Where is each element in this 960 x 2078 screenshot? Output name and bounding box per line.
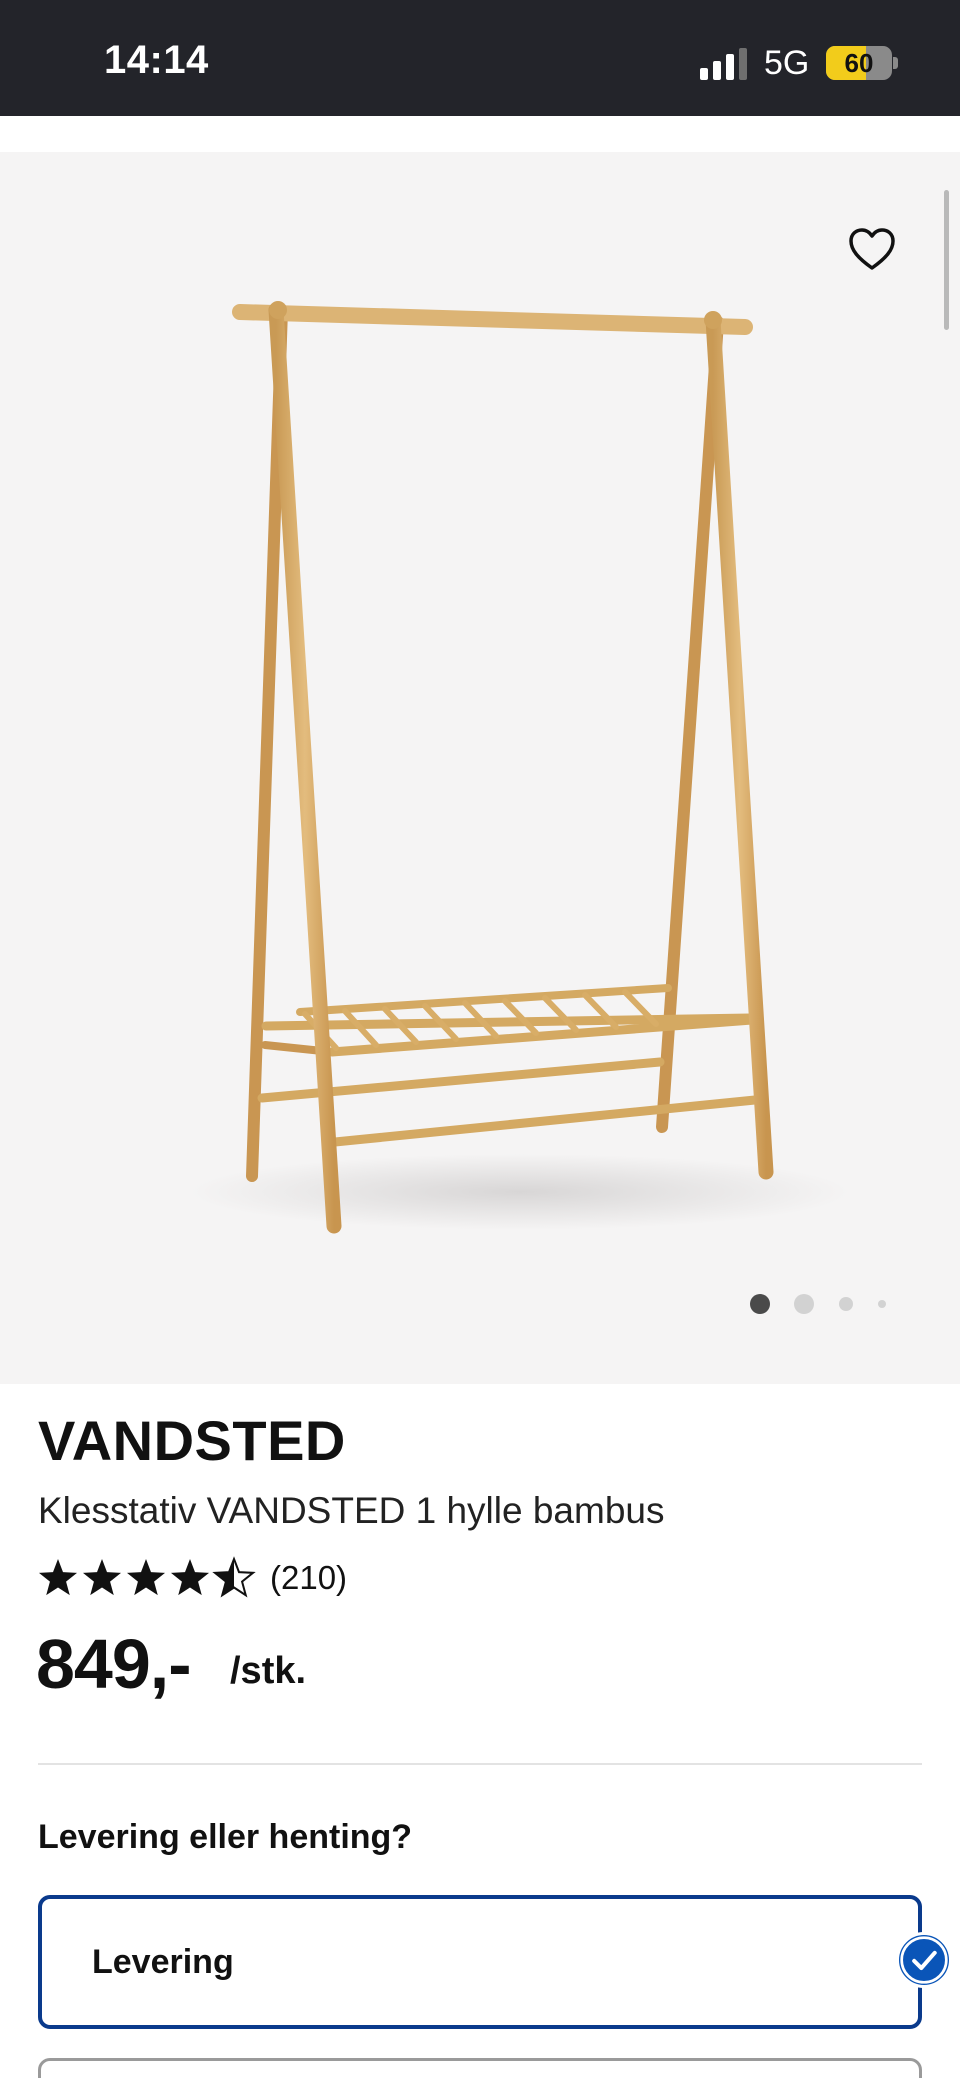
scrollbar-thumb[interactable] [944, 190, 949, 330]
star-full-icon [170, 1559, 210, 1596]
favorite-heart-icon[interactable] [846, 224, 898, 276]
pagination-dot[interactable] [839, 1297, 853, 1311]
divider [38, 1763, 922, 1765]
battery-percent: 60 [844, 48, 874, 78]
pagination-dot[interactable] [794, 1294, 814, 1314]
network-type: 5G [764, 44, 810, 82]
delivery-option[interactable]: Levering [38, 1895, 922, 2029]
cellular-signal-icon [700, 48, 747, 80]
status-bar: 14:14 5G 60 [0, 0, 960, 116]
star-full-icon [38, 1559, 78, 1596]
status-time: 14:14 [104, 38, 209, 82]
image-pagination-dots[interactable] [0, 1289, 960, 1319]
product-image-gallery[interactable] [0, 152, 960, 1384]
battery-cap [893, 57, 898, 69]
pagination-dot-active[interactable] [750, 1294, 770, 1314]
product-price: 849,- [36, 1625, 192, 1703]
fulfillment-title: Levering eller henting? [38, 1818, 413, 1856]
product-image [190, 301, 850, 1234]
product-brand-title: VANDSTED [38, 1409, 346, 1472]
star-full-icon [126, 1559, 166, 1596]
pagination-dot[interactable] [878, 1300, 886, 1308]
battery-icon: 60 [826, 46, 892, 80]
star-full-icon [82, 1559, 122, 1596]
price-unit: /stk. [230, 1650, 307, 1692]
pickup-option[interactable] [38, 2058, 922, 2078]
product-description: Klesstativ VANDSTED 1 hylle bambus [38, 1490, 665, 1531]
checkmark-icon [896, 1932, 952, 1988]
review-count[interactable]: (210) [270, 1556, 347, 1600]
delivery-option-label: Levering [92, 1943, 234, 1981]
rating-stars [38, 1556, 256, 1598]
